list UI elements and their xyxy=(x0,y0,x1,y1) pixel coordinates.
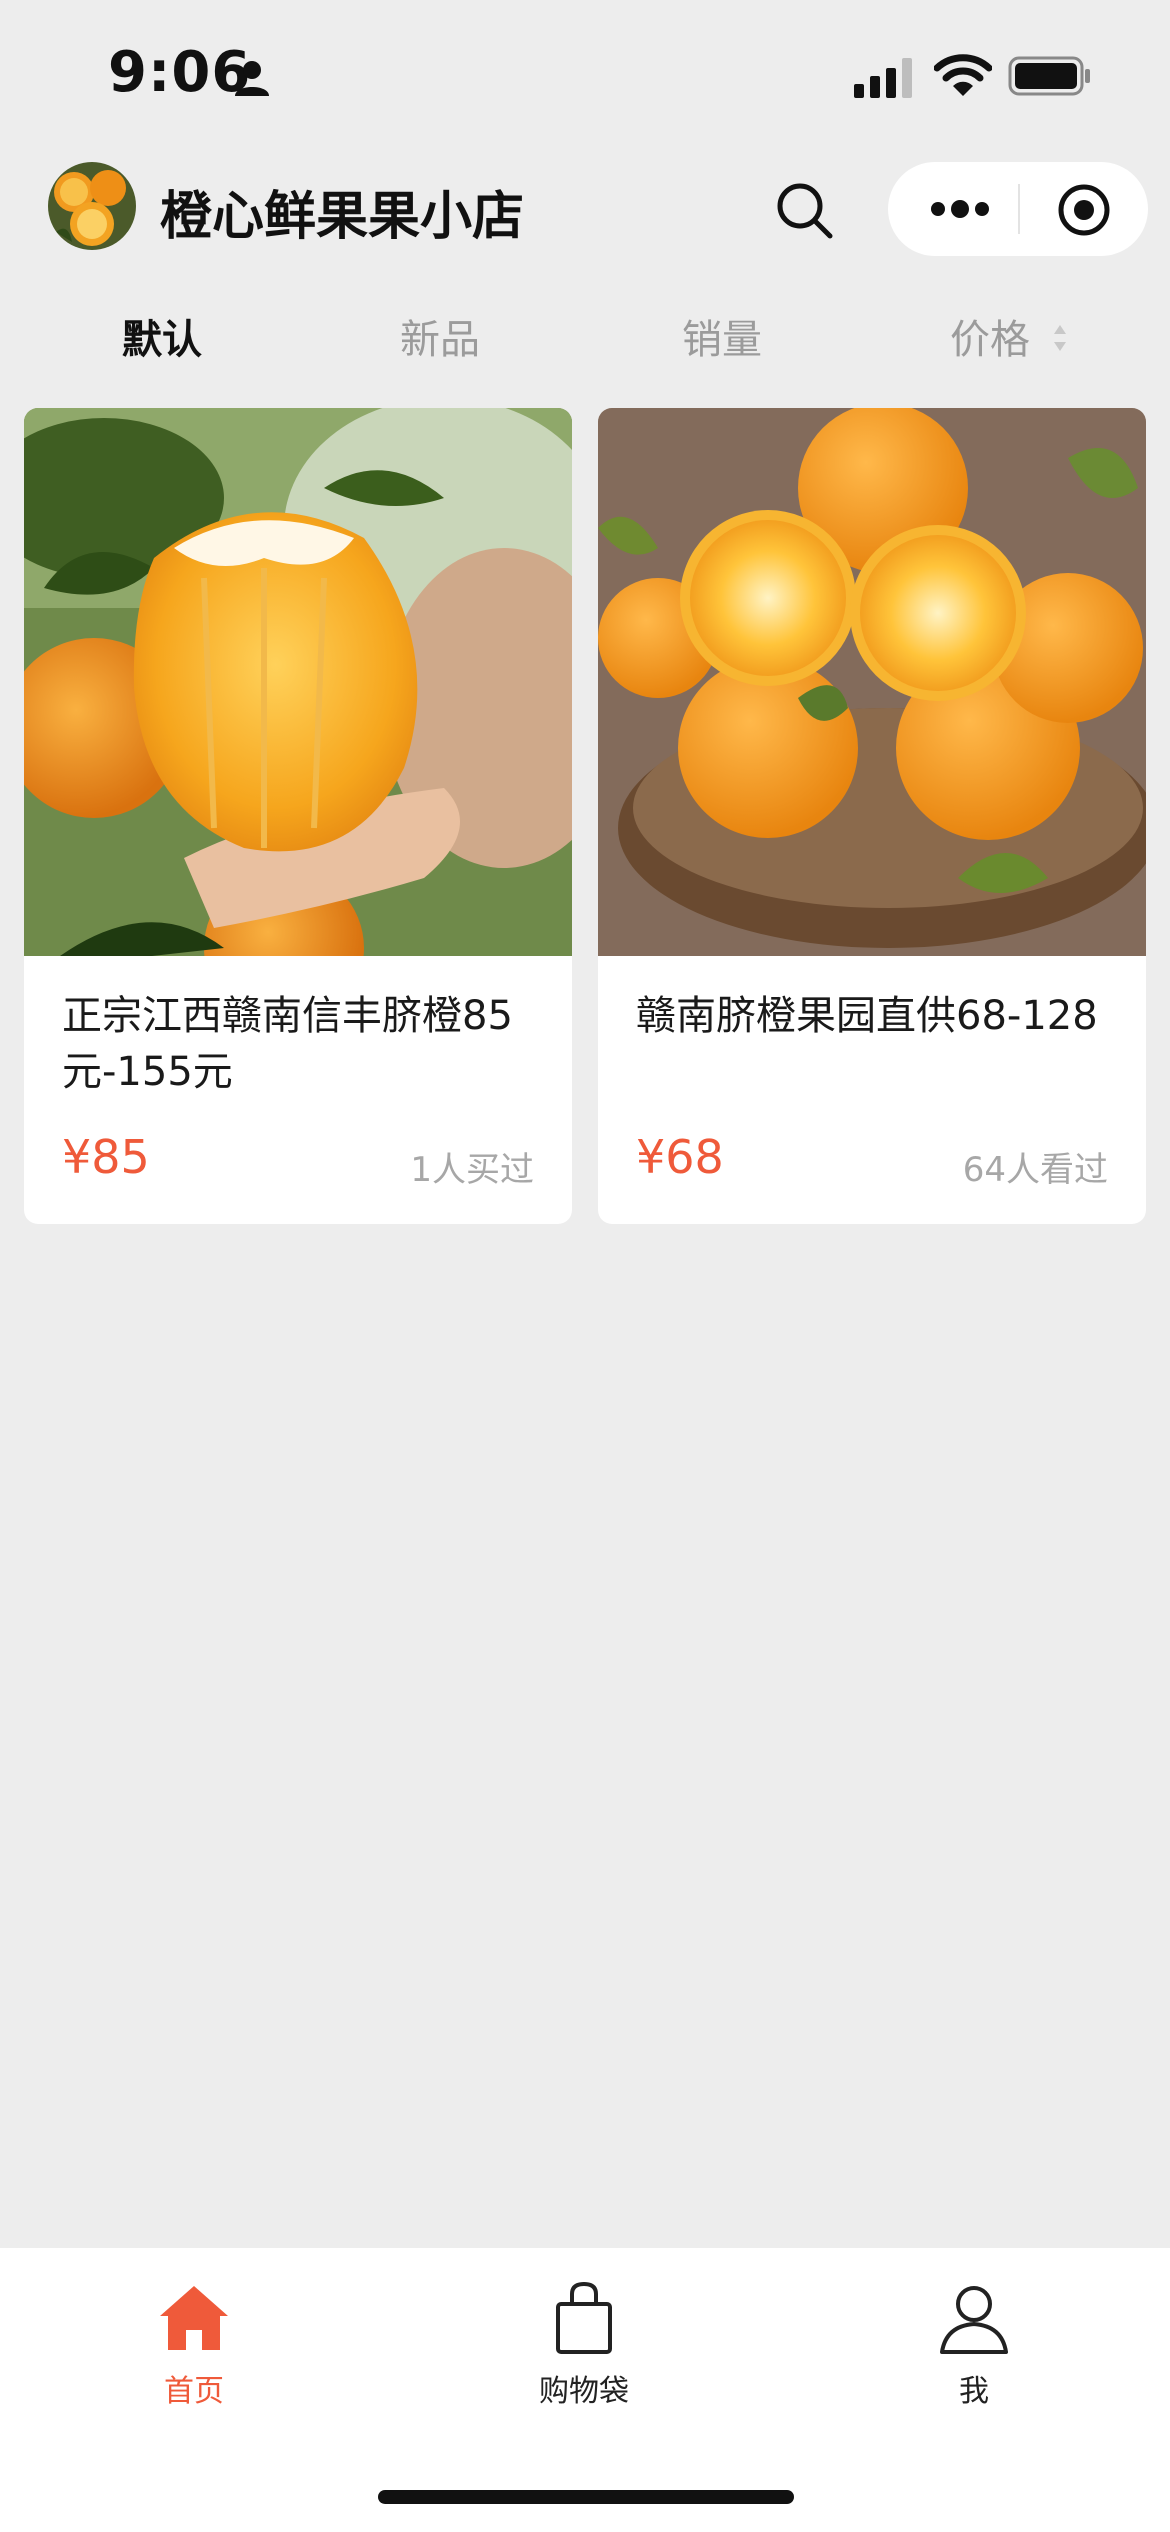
sort-arrows-icon xyxy=(1053,325,1066,351)
shopping-bag-icon xyxy=(556,2281,612,2354)
tab-new-label: 新品 xyxy=(400,317,480,363)
tab-me-label: 我 xyxy=(959,2374,989,2409)
mini-program-header: 橙心鲜果果小店 xyxy=(0,150,1170,270)
tab-default-label: 默认 xyxy=(122,317,202,363)
product-view-count: 64人看过 xyxy=(962,1150,1108,1190)
tab-home[interactable]: 首页 xyxy=(104,2280,284,2410)
mini-program-capsule xyxy=(888,162,1148,256)
cellular-signal-icon xyxy=(854,58,912,98)
home-indicator[interactable] xyxy=(378,2490,794,2504)
tab-price-label: 价格 xyxy=(950,317,1030,363)
product-title: 正宗江西赣南信丰脐橙85元-155元 xyxy=(62,993,513,1095)
user-icon xyxy=(940,2286,1008,2354)
tab-home-label: 首页 xyxy=(164,2374,224,2409)
person-icon xyxy=(235,61,269,96)
product-price: ¥85 xyxy=(62,1130,150,1184)
shop-avatar[interactable] xyxy=(48,162,136,250)
product-sales-count: 1人买过 xyxy=(410,1150,534,1190)
status-time: 9:06 xyxy=(108,40,252,105)
product-card[interactable]: 赣南脐橙果园直供68-128 ¥68 64人看过 xyxy=(598,408,1146,1224)
sort-tabs: 默认 新品 销量 价格 xyxy=(0,292,1170,388)
product-image[interactable] xyxy=(24,408,572,956)
battery-icon xyxy=(1008,56,1090,96)
close-target-icon[interactable] xyxy=(1056,182,1112,238)
product-price: ¥68 xyxy=(636,1130,724,1184)
product-card[interactable]: 正宗江西赣南信丰脐橙85元-155元 ¥85 1人买过 xyxy=(24,408,572,1224)
search-icon[interactable] xyxy=(770,176,840,246)
tab-me[interactable]: 我 xyxy=(884,2280,1064,2410)
tab-default[interactable]: 默认 xyxy=(122,310,202,370)
tab-price[interactable]: 价格 xyxy=(950,310,1069,370)
tab-sales[interactable]: 销量 xyxy=(682,310,762,370)
tab-new[interactable]: 新品 xyxy=(400,310,480,370)
wifi-icon xyxy=(934,54,992,96)
shop-title: 橙心鲜果果小店 xyxy=(160,187,525,247)
status-bar: 9:06 xyxy=(0,0,1170,150)
product-title: 赣南脐橙果园直供68-128 xyxy=(636,993,1098,1039)
product-image[interactable] xyxy=(598,408,1146,956)
tab-shopping-bag-label: 购物袋 xyxy=(539,2374,629,2409)
tab-sales-label: 销量 xyxy=(682,317,762,363)
tab-shopping-bag[interactable]: 购物袋 xyxy=(494,2280,674,2410)
capsule-divider xyxy=(1018,184,1020,234)
home-icon xyxy=(160,2286,228,2350)
more-options-icon[interactable] xyxy=(928,186,992,232)
